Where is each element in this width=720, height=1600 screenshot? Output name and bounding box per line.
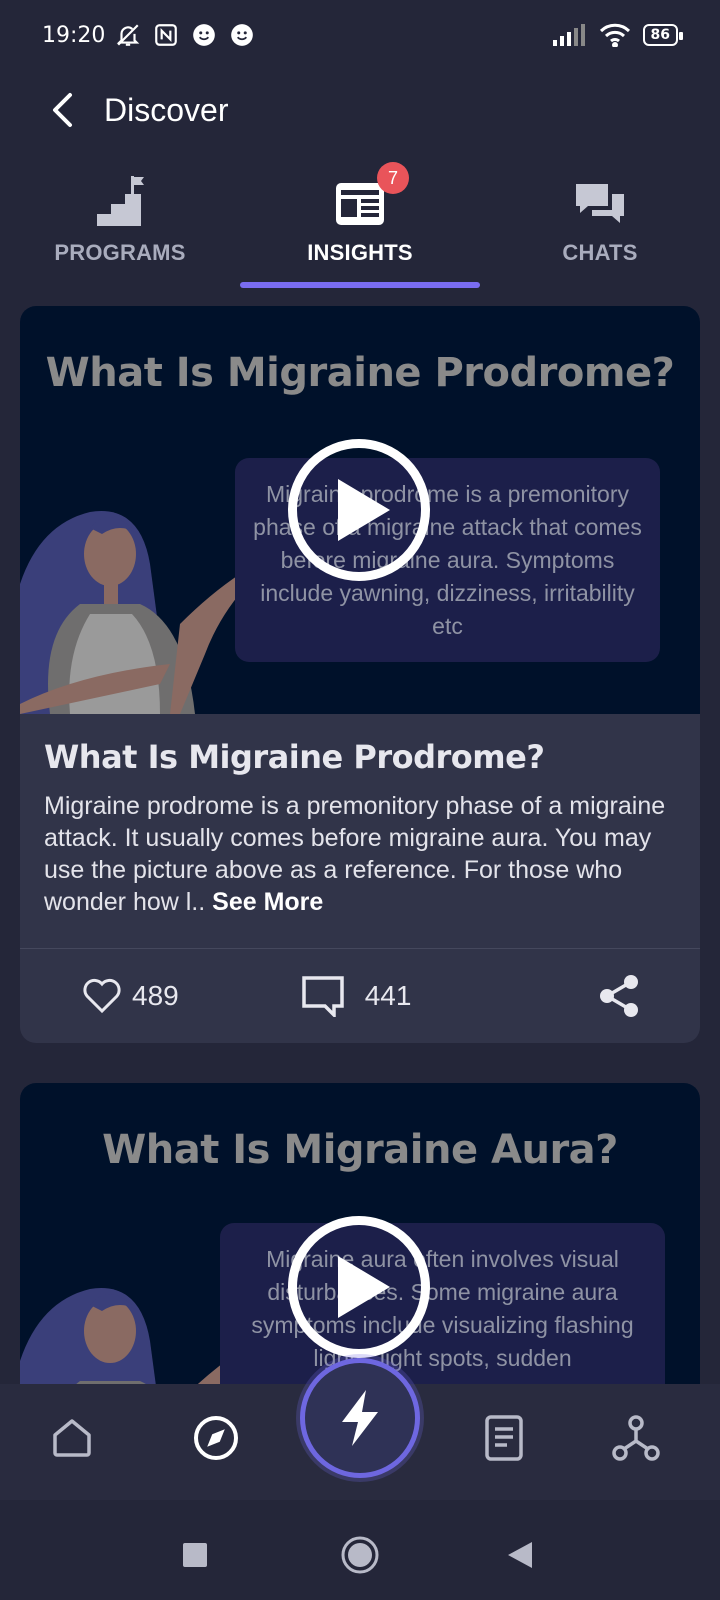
smiley-icon — [193, 24, 216, 46]
nav-home[interactable] — [42, 1408, 102, 1468]
card-actions: 489 441 — [20, 949, 700, 1043]
home-icon — [53, 1419, 91, 1457]
journal-icon — [485, 1415, 523, 1461]
tab-label: CHATS — [562, 240, 638, 265]
insight-card: What Is Migraine Prodrome? Migraine prod… — [20, 306, 700, 1043]
network-icon — [612, 1415, 660, 1461]
signal-icon — [552, 24, 585, 46]
notification-badge: 7 — [377, 162, 409, 194]
tab-chats[interactable]: CHATS — [480, 170, 720, 288]
like-button[interactable]: 489 — [82, 978, 179, 1014]
share-button[interactable] — [598, 974, 640, 1018]
chevron-left-icon — [53, 93, 72, 127]
nav-discover[interactable] — [186, 1408, 246, 1468]
thumbnail-title: What Is Migraine Aura? — [102, 1127, 618, 1173]
battery-icon: 86 — [642, 24, 684, 46]
tab-label: INSIGHTS — [307, 240, 413, 265]
smiley-icon — [231, 24, 254, 46]
see-more-link[interactable]: See More — [212, 888, 323, 916]
system-navigation — [0, 1500, 720, 1600]
play-button[interactable] — [288, 439, 430, 581]
stairs-flag-icon — [95, 170, 145, 226]
wifi-icon — [599, 23, 630, 47]
description-text: Migraine prodrome is a premonitory phase… — [44, 792, 666, 916]
lightning-icon — [342, 1390, 378, 1446]
video-thumbnail[interactable]: What Is Migraine Aura? Migraine aura oft… — [20, 1083, 700, 1384]
share-icon — [600, 975, 638, 1017]
nfc-icon — [155, 24, 178, 46]
square-icon — [183, 1543, 207, 1567]
back-button[interactable] — [32, 80, 92, 140]
video-thumbnail[interactable]: What Is Migraine Prodrome? Migraine prod… — [20, 306, 700, 714]
status-icons-right: 86 — [552, 23, 684, 47]
play-icon — [338, 479, 390, 541]
circle-icon — [341, 1536, 379, 1574]
compass-icon — [194, 1416, 238, 1460]
play-icon — [338, 1256, 390, 1318]
like-count: 489 — [132, 980, 179, 1011]
insight-card: What Is Migraine Aura? Migraine aura oft… — [20, 1083, 700, 1384]
tab-programs[interactable]: PROGRAMS — [0, 170, 240, 288]
play-button[interactable] — [288, 1216, 430, 1358]
active-tab-indicator — [240, 282, 480, 288]
status-icons-left — [115, 22, 255, 48]
thumbnail-title: What Is Migraine Prodrome? — [45, 350, 675, 396]
heart-icon — [83, 978, 121, 1014]
comment-icon — [301, 976, 344, 1017]
page-title: Discover — [104, 91, 229, 128]
card-description: Migraine prodrome is a premonitory phase… — [44, 790, 676, 918]
insights-feed[interactable]: What Is Migraine Prodrome? Migraine prod… — [20, 306, 700, 1384]
tab-label: PROGRAMS — [54, 240, 186, 265]
nav-journal[interactable] — [474, 1408, 534, 1468]
chat-bubbles-icon — [574, 170, 626, 226]
tab-insights[interactable]: 7 INSIGHTS — [240, 162, 480, 288]
recents-button[interactable] — [170, 1530, 220, 1580]
nav-community[interactable] — [606, 1408, 666, 1468]
thumbnail-text-box: Migraine aura often involves visual dist… — [220, 1223, 665, 1384]
back-nav-button[interactable] — [495, 1530, 545, 1580]
header: Discover — [0, 80, 720, 140]
quick-action-button[interactable] — [300, 1358, 420, 1478]
triangle-back-icon — [508, 1542, 532, 1568]
tab-bar: PROGRAMS 7 INSIGHTS CHATS — [0, 162, 720, 288]
status-bar: 19:20 86 — [0, 0, 720, 70]
bell-off-icon — [117, 24, 140, 46]
comment-count: 441 — [364, 980, 412, 1011]
card-title[interactable]: What Is Migraine Prodrome? — [44, 738, 676, 776]
card-body: What Is Migraine Prodrome? Migraine prod… — [20, 714, 700, 948]
newspaper-icon: 7 — [335, 162, 409, 226]
home-button[interactable] — [335, 1530, 385, 1580]
comment-button[interactable]: 441 — [301, 975, 412, 1017]
status-time: 19:20 — [42, 22, 106, 48]
